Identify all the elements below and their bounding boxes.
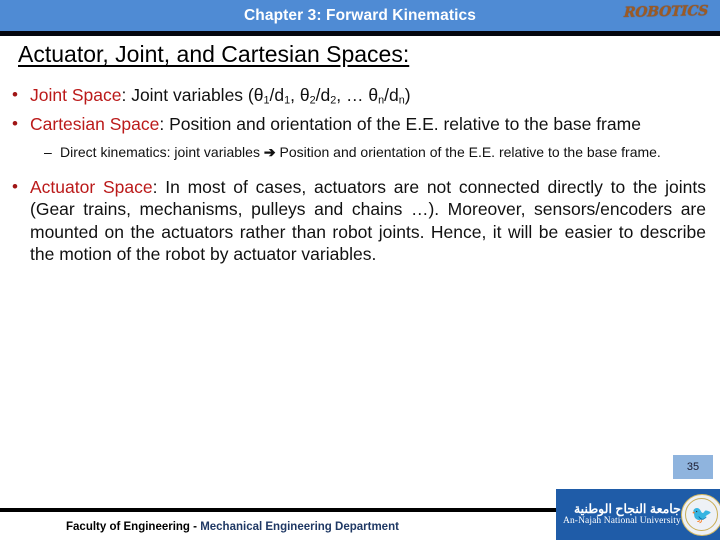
bullet-direct-kinematics-text: Direct kinematics: joint variables ➔ Pos… — [60, 143, 698, 163]
joint-mid-1: /d — [269, 85, 285, 105]
university-logo: جامعة النجاح الوطنية An-Najah National U… — [556, 489, 720, 540]
direct-kinematics-tail: Position and orientation of the E.E. rel… — [275, 144, 661, 161]
joint-space-formula-lead: Joint variables (θ — [131, 85, 264, 105]
slide-header: Chapter 3: Forward Kinematics — [0, 0, 720, 31]
chapter-title: Chapter 3: Forward Kinematics — [243, 6, 476, 24]
bullet-direct-kinematics: – Direct kinematics: joint variables ➔ P… — [0, 143, 720, 163]
cartesian-space-separator: : — [159, 113, 170, 134]
bullet-marker-icon: • — [12, 176, 18, 196]
footer-faculty-label: Faculty of Engineering - — [66, 521, 201, 533]
joint-space-tail: ) — [404, 85, 411, 105]
university-name-arabic: جامعة النجاح الوطنية — [573, 502, 681, 517]
bullet-joint-space-text: Joint Space: Joint variables (θ1/d1, θ2/… — [30, 84, 706, 112]
page-title: Actuator, Joint, and Cartesian Spaces: — [18, 41, 410, 67]
joint-mid-4: , … θ — [336, 85, 379, 105]
page-number-value: 35 — [686, 461, 700, 473]
bullet-cartesian-space: • Cartesian Space: Position and orientat… — [0, 113, 720, 136]
bullet-actuator-space: • Actuator Space: In most of cases, actu… — [0, 176, 720, 266]
joint-mid-3: /d — [315, 85, 331, 105]
bullet-actuator-space-text: Actuator Space: In most of cases, actuat… — [30, 176, 706, 266]
joint-mid-2: , θ — [290, 85, 310, 105]
page-number-badge: 35 — [673, 455, 713, 479]
cartesian-space-body: Position and orientation of the E.E. rel… — [169, 113, 641, 134]
university-seal-icon: 🐦 — [680, 493, 720, 536]
sub-bullet-dash-icon: – — [44, 144, 52, 161]
slide-body: • Joint Space: Joint variables (θ1/d1, θ… — [0, 84, 720, 267]
bullet-marker-icon: • — [12, 113, 18, 133]
university-name-english: An-Najah National University — [563, 516, 681, 527]
footer-department-label: Mechanical Engineering Department — [200, 521, 399, 533]
header-divider-rule — [0, 31, 720, 36]
joint-mid-5: /d — [384, 85, 399, 105]
bullet-marker-icon: • — [12, 85, 18, 104]
robotics-brand-logo: ROBOTICS — [623, 3, 709, 21]
bullet-joint-space: • Joint Space: Joint variables (θ1/d1, θ… — [0, 84, 720, 112]
joint-space-separator: : — [121, 85, 132, 105]
term-joint-space: Joint Space — [30, 85, 122, 105]
direct-kinematics-lead: Direct kinematics: joint variables — [60, 144, 264, 161]
bullet-cartesian-space-text: Cartesian Space: Position and orientatio… — [30, 113, 706, 136]
actuator-space-separator: : — [152, 176, 166, 197]
eagle-icon: 🐦 — [691, 505, 713, 525]
term-actuator-space: Actuator Space — [30, 176, 153, 197]
term-cartesian-space: Cartesian Space — [30, 113, 160, 134]
footer-divider-rule — [0, 508, 556, 512]
right-arrow-icon: ➔ — [263, 144, 276, 161]
university-logo-text: جامعة النجاح الوطنية An-Najah National U… — [563, 502, 681, 527]
footer-caption: Faculty of Engineering - Mechanical Engi… — [66, 521, 399, 533]
